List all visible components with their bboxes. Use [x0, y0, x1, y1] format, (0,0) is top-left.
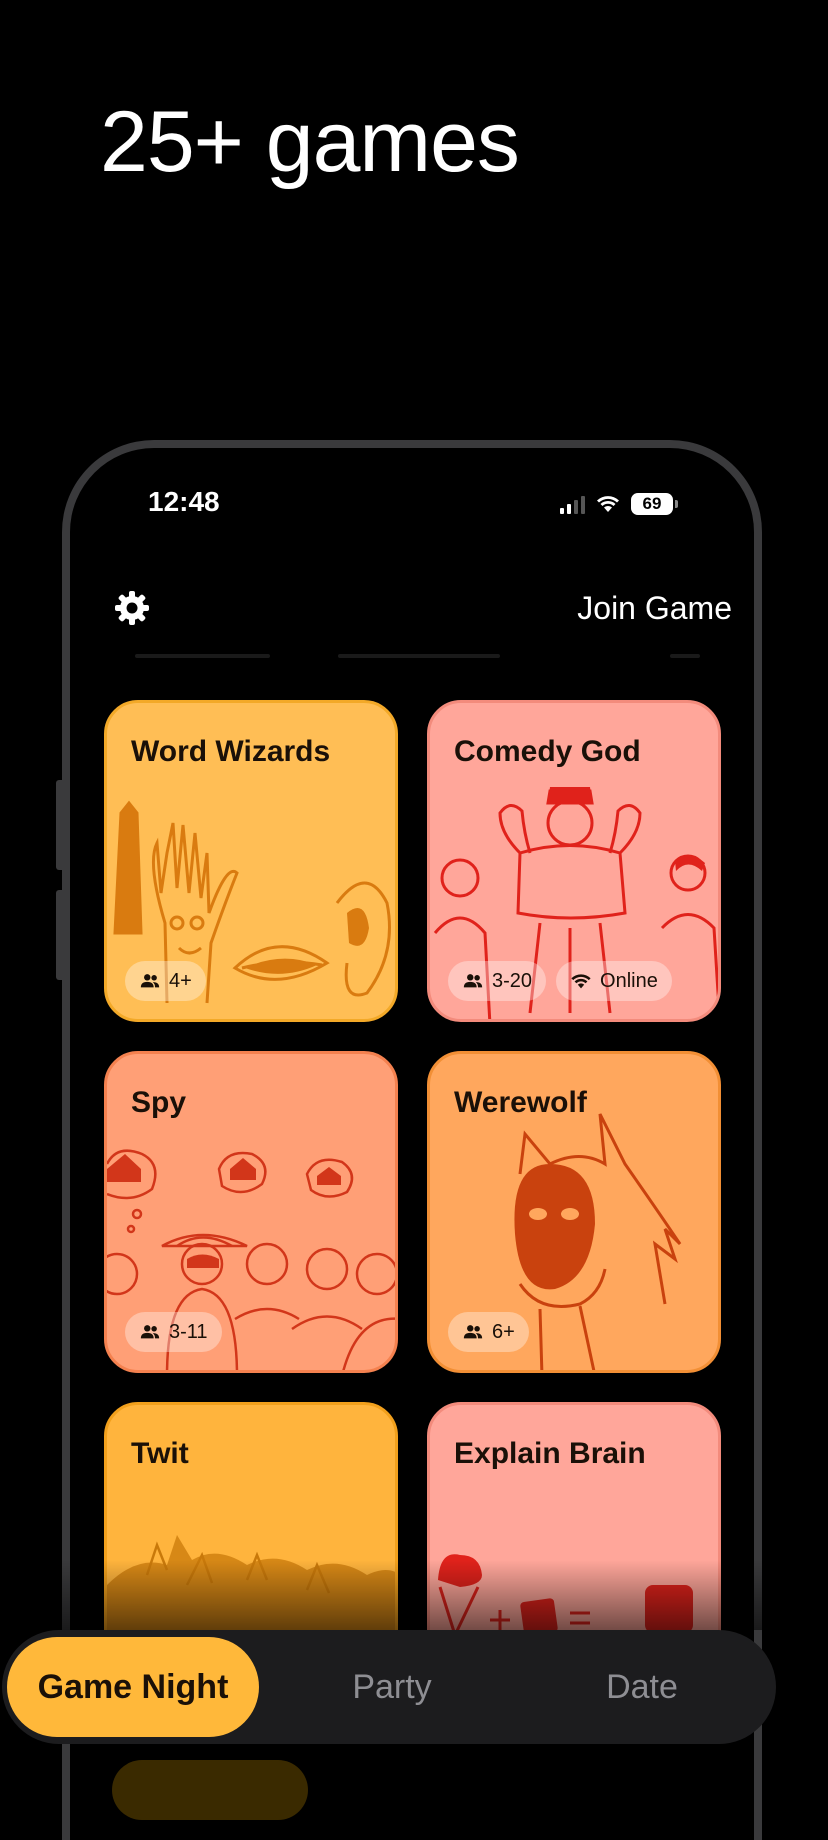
- game-title: Spy: [131, 1086, 187, 1119]
- category-tab-bar: Game Night Party Date: [2, 1630, 776, 1744]
- game-card-werewolf[interactable]: Werewolf 6+: [427, 1051, 721, 1373]
- players-badge: 3-11: [125, 1312, 222, 1352]
- tab-party[interactable]: Party: [282, 1637, 502, 1737]
- online-label: Online: [600, 969, 658, 992]
- tab-game-night[interactable]: Game Night: [7, 1637, 259, 1737]
- players-count: 3-11: [169, 1320, 208, 1343]
- people-icon: [463, 974, 483, 988]
- game-title: Werewolf: [454, 1086, 587, 1119]
- wifi-icon: [597, 496, 619, 512]
- battery-icon: 69: [631, 493, 678, 515]
- headline: 25+ games: [100, 94, 520, 190]
- game-card-word-wizards[interactable]: Word Wizards 4+: [104, 700, 398, 1022]
- carousel-divider: [670, 654, 700, 658]
- game-card-spy[interactable]: Spy 3-11: [104, 1051, 398, 1373]
- tab-date[interactable]: Date: [532, 1637, 752, 1737]
- players-badge: 4+: [125, 961, 206, 1001]
- join-game-button[interactable]: Join Game: [577, 588, 732, 628]
- gear-icon[interactable]: [112, 588, 152, 628]
- players-badge: 6+: [448, 1312, 529, 1352]
- status-icons: 69: [560, 490, 678, 518]
- status-time: 12:48: [148, 486, 220, 517]
- signal-icon: [560, 494, 585, 514]
- wifi-icon: [571, 974, 591, 989]
- people-icon: [463, 1325, 483, 1339]
- players-count: 3-20: [492, 969, 533, 992]
- game-title: Twit: [131, 1437, 189, 1470]
- players-count: 6+: [492, 1320, 515, 1343]
- players-count: 4+: [169, 969, 192, 992]
- next-card-peek: [112, 1760, 308, 1820]
- scroll-fade: [60, 1560, 768, 1630]
- people-icon: [140, 1325, 160, 1339]
- people-icon: [140, 974, 160, 988]
- carousel-divider: [338, 654, 500, 658]
- game-title: Explain Brain: [454, 1437, 646, 1470]
- players-badge: 3-20: [448, 961, 547, 1001]
- carousel-divider: [135, 654, 270, 658]
- game-title: Word Wizards: [131, 735, 331, 768]
- game-card-comedy-god[interactable]: Comedy God 3-20 Online: [427, 700, 721, 1022]
- online-badge: Online: [556, 961, 672, 1001]
- game-title: Comedy God: [454, 735, 641, 768]
